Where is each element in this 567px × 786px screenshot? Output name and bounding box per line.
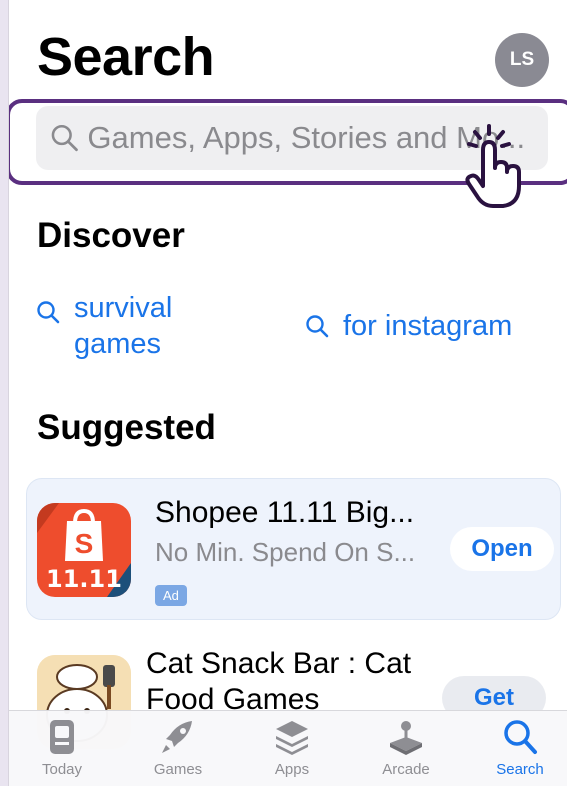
app-name: Shopee 11.11 Big...: [155, 496, 415, 529]
app-store-search-screen: Search LS Discover survival games: [8, 0, 567, 786]
svg-text:S: S: [75, 528, 94, 559]
tab-label: Arcade: [382, 761, 430, 778]
account-avatar[interactable]: LS: [495, 33, 549, 87]
ad-badge: Ad: [155, 585, 187, 606]
tab-bar: Today Games Apps Arcade Search: [9, 710, 567, 786]
search-icon: [37, 301, 60, 324]
tab-games[interactable]: Games: [123, 717, 233, 778]
suggested-heading: Suggested: [37, 408, 216, 447]
shopee-app-icon: S 11.11: [37, 503, 131, 597]
tab-label: Search: [496, 761, 544, 778]
tab-arcade[interactable]: Arcade: [351, 717, 461, 778]
tab-today[interactable]: Today: [9, 717, 117, 778]
ad-app-card[interactable]: S 11.11 Shopee 11.11 Big... No Min. Spen…: [26, 478, 561, 620]
joystick-icon: [390, 721, 422, 755]
app-subtitle: No Min. Spend On S...: [155, 537, 416, 567]
discover-item-label: for instagram: [343, 310, 513, 342]
rocket-icon: [162, 721, 192, 753]
discover-item-for-instagram[interactable]: for instagram: [305, 308, 512, 344]
tab-label: Apps: [274, 761, 310, 778]
discover-item-survival-games[interactable]: survival games: [36, 290, 266, 362]
discover-item-label: survival games: [74, 292, 173, 360]
search-icon: [51, 124, 78, 152]
discover-heading: Discover: [37, 216, 185, 255]
app-name-line-1: Cat Snack Bar : Cat: [146, 647, 412, 680]
shopee-icon-text: 11.11: [46, 565, 122, 593]
search-icon: [306, 315, 329, 338]
tab-label: Games: [153, 761, 203, 778]
open-button[interactable]: Open: [450, 527, 554, 571]
tab-apps[interactable]: Apps: [237, 717, 347, 778]
tab-search[interactable]: Search: [465, 717, 567, 778]
search-icon: [504, 720, 537, 754]
today-icon: [50, 720, 74, 754]
page-title: Search: [37, 27, 215, 87]
tab-label: Today: [41, 761, 83, 778]
tap-hand-cursor-icon: [465, 124, 521, 208]
layers-icon: [276, 721, 308, 755]
